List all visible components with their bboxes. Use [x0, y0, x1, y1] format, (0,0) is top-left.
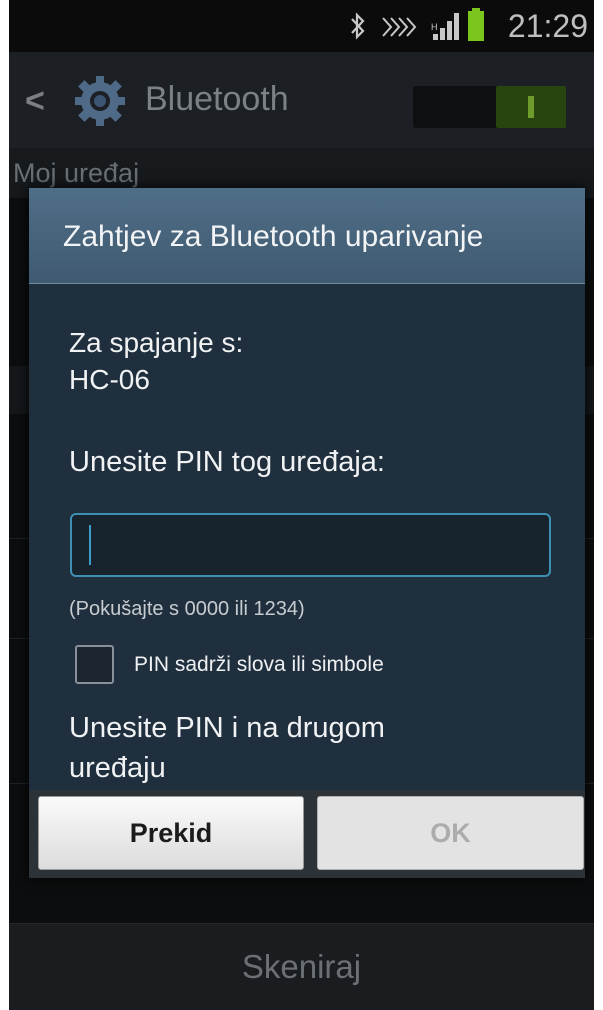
nfc-icon: [381, 14, 417, 45]
cancel-button[interactable]: Prekid: [38, 796, 304, 870]
dialog-title: Zahtjev za Bluetooth uparivanje: [63, 220, 484, 253]
device-name: HC-06: [69, 364, 150, 395]
scan-bar[interactable]: Skeniraj: [9, 923, 594, 1010]
toggle-on-segment: [496, 86, 566, 128]
screen-title: Bluetooth: [145, 80, 289, 118]
pin-hint: (Pokušajte s 0000 ili 1234): [69, 598, 305, 620]
section-header-label: Moj uređaj: [13, 158, 140, 188]
signal-icon: H: [429, 10, 465, 47]
pairing-dialog: Zahtjev za Bluetooth uparivanje Za spaja…: [29, 188, 585, 878]
bluetooth-icon: [349, 12, 367, 45]
action-bar: < Bluetooth: [9, 52, 594, 148]
other-device-instruction-line1: Unesite PIN i na drugom: [69, 712, 385, 744]
text-cursor: [89, 525, 91, 565]
battery-icon: [467, 8, 485, 47]
ok-button[interactable]: OK: [317, 796, 584, 870]
enter-pin-label: Unesite PIN tog uređaja:: [69, 446, 385, 478]
clock: 21:29: [507, 8, 588, 44]
pin-letters-checkbox[interactable]: [75, 645, 114, 684]
status-bar: H 21:29: [9, 0, 594, 52]
scan-button[interactable]: Skeniraj: [9, 948, 594, 986]
svg-text:H: H: [431, 22, 438, 32]
connect-label: Za spajanje s:: [69, 327, 244, 358]
other-device-instruction-line2: uređaju: [69, 752, 166, 784]
gear-icon: [69, 74, 131, 133]
dialog-button-bar: Prekid OK: [29, 790, 585, 878]
dialog-title-bar: Zahtjev za Bluetooth uparivanje: [29, 188, 585, 284]
pin-input[interactable]: [70, 513, 551, 577]
phone-screen: H 21:29 < Bluetooth Moj uređaj Skeniraj …: [9, 0, 594, 1010]
bluetooth-toggle[interactable]: [413, 86, 566, 128]
pin-letters-checkbox-label[interactable]: PIN sadrži slova ili simbole: [134, 653, 384, 677]
back-chevron-icon[interactable]: <: [25, 82, 45, 121]
